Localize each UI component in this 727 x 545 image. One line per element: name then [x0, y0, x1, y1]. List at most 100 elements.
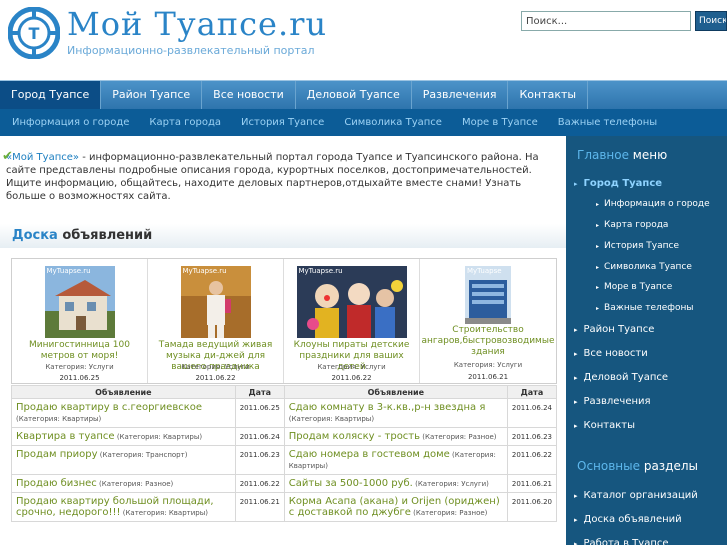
arrow-icon: ▸	[596, 222, 600, 229]
listing-cell: Сдаю номера в гостевом доме (Категория: …	[283, 445, 508, 475]
sidebar-item-label: Символика Туапсе	[604, 262, 692, 272]
listing-category: (Категория: Разное)	[410, 509, 488, 517]
sidebar-item[interactable]: ▸ Деловой Туапсе	[574, 372, 668, 383]
arrow-icon: ▸	[596, 264, 600, 271]
search-button[interactable]: Поиск	[695, 11, 727, 31]
logo-title[interactable]: Мой Туапсе.ru	[67, 5, 327, 43]
heading-bold: Главное	[577, 148, 629, 162]
logo-icon[interactable]: Т	[8, 7, 60, 59]
subnav-item[interactable]: Важные телефоны	[546, 109, 665, 136]
column-header: Объявление	[283, 385, 508, 399]
photo-watermark: MyTuapse	[467, 267, 502, 275]
heading-rest: разделы	[640, 459, 699, 473]
nav-item[interactable]: Все новости	[202, 81, 296, 109]
featured-ad-date: 2011.06.25	[59, 374, 100, 382]
column-header: Объявление	[11, 385, 236, 399]
sidebar-item[interactable]: ▸ Развлечения	[574, 396, 651, 407]
featured-ad-date: 2011.06.22	[195, 374, 236, 382]
intro-link[interactable]: «Мой Туапсе»	[6, 152, 79, 163]
featured-ad[interactable]: MyTuapse.ru Тамада ведущий живая музыка …	[148, 259, 284, 383]
sidebar-item[interactable]: ▸ Город Туапсе	[574, 178, 662, 189]
sidebar: Главное меню Основные разделы ▸ Город Туа…	[566, 136, 727, 545]
sidebar-section-item[interactable]: ▸ Каталог организаций	[574, 490, 698, 501]
listing-title[interactable]: Продаю бизнес	[16, 478, 97, 489]
sidebar-subitem[interactable]: ▸ Море в Туапсе	[596, 282, 672, 292]
sidebar-item-label: Информация о городе	[604, 199, 710, 209]
arrow-icon: ▸	[596, 305, 600, 312]
sidebar-item[interactable]: ▸ Район Туапсе	[574, 324, 654, 335]
table-header-row: Объявление Дата Объявление Дата	[11, 385, 558, 399]
ad-photo[interactable]: MyTuapse	[465, 266, 511, 324]
ad-photo[interactable]: MyTuapse.ru	[44, 266, 115, 338]
nav-item[interactable]: Район Туапсе	[101, 81, 203, 109]
featured-ad-category: Категория: Услуги	[181, 363, 250, 371]
arrow-icon: ▸	[574, 516, 578, 524]
listing-date: 2011.06.25	[234, 398, 285, 428]
logo-letter: Т	[29, 24, 40, 43]
sidebar-subitem[interactable]: ▸ Важные телефоны	[596, 303, 693, 313]
featured-ad-title[interactable]: Строительство ангаров,быстровозводимые з…	[421, 325, 555, 358]
table-row: Продаю квартиру в с.георгиевское (Катего…	[11, 398, 558, 428]
featured-ad[interactable]: MyTuapse Строительство ангаров,быстровоз…	[420, 259, 556, 383]
nav-item[interactable]: Деловой Туапсе	[296, 81, 412, 109]
listing-title[interactable]: Сайты за 500-1000 руб.	[289, 478, 413, 489]
listing-cell: Продам коляску - трость (Категория: Разн…	[283, 427, 508, 446]
listing-title[interactable]: Продам коляску - трость	[289, 431, 420, 442]
column-header: Дата	[506, 385, 558, 399]
listing-category: (Категория: Услуги)	[412, 480, 489, 488]
sidebar-section-item[interactable]: ▸ Работа в Туапсе	[574, 538, 669, 545]
table-row: Продаю бизнес (Категория: Разное) 2011.06…	[11, 474, 558, 493]
listing-title[interactable]: Продам приору	[16, 449, 98, 460]
arrow-icon: ▸	[596, 284, 600, 291]
ad-photo[interactable]: MyTuapse.ru	[180, 266, 251, 338]
search-input[interactable]	[521, 11, 691, 31]
intro-body: - информационно-развлекательный портал г…	[6, 152, 539, 202]
featured-ad-title[interactable]: Минигостинница 100 метров от моря!	[13, 340, 146, 362]
table-row: Квартира в туапсе (Категория: Квартиры) 2…	[11, 427, 558, 446]
board-title-rest: объявлений	[57, 228, 153, 243]
sidebar-subitem[interactable]: ▸ Карта города	[596, 220, 668, 230]
sidebar-item-label: Работа в Туапсе	[583, 538, 669, 545]
nav-item[interactable]: Город Туапсе	[0, 81, 102, 109]
nav-item[interactable]: Контакты	[508, 81, 589, 109]
listing-cell: Продаю квартиру большой площади, срочно,…	[11, 492, 236, 522]
sidebar-item-label: Все новости	[583, 348, 648, 359]
sidebar-item-label: Каталог организаций	[583, 490, 698, 501]
sidebar-item[interactable]: ▸ Все новости	[574, 348, 648, 359]
listing-title[interactable]: Продаю квартиру в с.георгиевское	[16, 402, 202, 413]
sidebar-item-label: Важные телефоны	[604, 303, 694, 313]
arrow-icon: ▸	[596, 243, 600, 250]
featured-ads: MyTuapse.ru Минигостинница 100 метров от…	[11, 258, 557, 384]
subnav-item[interactable]: Карта города	[137, 109, 229, 136]
arrow-icon: ▸	[574, 540, 578, 545]
featured-ad[interactable]: MyTuapse.ru Минигостинница 100 метров от…	[12, 259, 148, 383]
ad-photo[interactable]: MyTuapse.ru	[296, 266, 407, 338]
intro-text: ✔ «Мой Туапсе» - информационно-развлекат…	[2, 150, 562, 203]
featured-ad[interactable]: MyTuapse.ru Клоуны пираты детские праздн…	[284, 259, 420, 383]
sidebar-item-label: Контакты	[583, 420, 635, 431]
photo-watermark: MyTuapse.ru	[46, 267, 91, 275]
listing-title[interactable]: Квартира в туапсе	[16, 431, 115, 442]
subnav-item[interactable]: Информация о городе	[0, 109, 137, 136]
subnav-item[interactable]: Море в Туапсе	[450, 109, 546, 136]
column-header: Дата	[234, 385, 285, 399]
listing-title[interactable]: Сдаю комнату в 3-к.кв.,р-н звездна я	[289, 402, 486, 413]
subnav-item[interactable]: История Туапсе	[229, 109, 332, 136]
sidebar-subitem[interactable]: ▸ История Туапсе	[596, 241, 679, 251]
sidebar-subitem[interactable]: ▸ Информация о городе	[596, 199, 710, 209]
sidebar-item[interactable]: ▸ Контакты	[574, 420, 635, 431]
nav-item[interactable]: Развлечения	[412, 81, 509, 109]
sidebar-item-label: Район Туапсе	[583, 324, 655, 335]
sidebar-subitem[interactable]: ▸ Символика Туапсе	[596, 262, 692, 272]
listing-cell: Корма Асапа (акана) и Orijen (ориджен) с…	[283, 492, 508, 522]
arrow-icon: ▸	[574, 350, 578, 358]
arrow-icon: ▸	[574, 492, 578, 500]
heading-rest: меню	[628, 148, 668, 162]
sidebar-item-label: Доска объявлений	[583, 514, 682, 525]
listing-title[interactable]: Сдаю номера в гостевом доме	[289, 449, 450, 460]
subnav-item[interactable]: Символика Туапсе	[332, 109, 450, 136]
sidebar-section-item[interactable]: ▸ Доска объявлений	[574, 514, 682, 525]
featured-ad-category: Категория: Услуги	[45, 363, 114, 371]
listing-date: 2011.06.22	[234, 474, 285, 493]
main-menu-heading: Главное меню	[577, 148, 667, 162]
